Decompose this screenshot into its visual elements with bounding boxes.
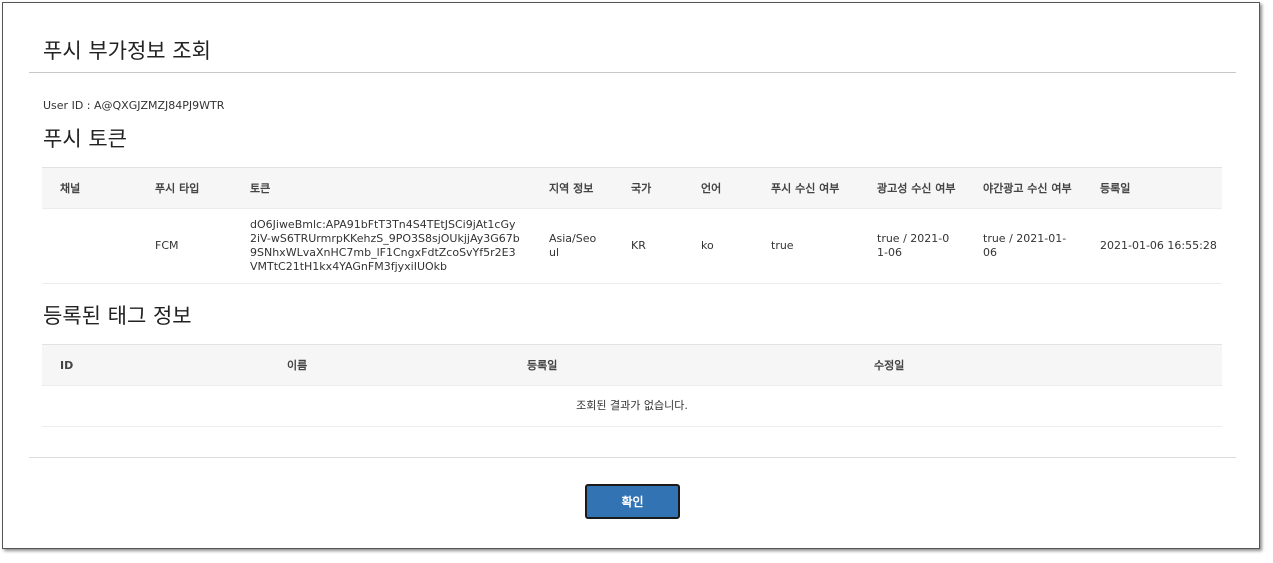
title-divider	[29, 72, 1236, 73]
header-push-enabled: 푸시 수신 여부	[753, 167, 859, 209]
cell-language: ko	[683, 208, 753, 284]
tag-header-row: ID 이름 등록일 수정일	[42, 344, 1222, 386]
header-tag-name: 이름	[269, 344, 509, 386]
user-id-label: User ID : A@QXGJZMZJ84PJ9WTR	[43, 99, 225, 112]
token-header-row: 채널 푸시 타입 토큰 지역 정보 국가 언어 푸시 수신 여부 광고성 수신 …	[42, 167, 1222, 209]
table-row: FCM dO6JiweBmlc:APA91bFtT3Tn4S4TEtJSCi9j…	[42, 208, 1222, 284]
table-row: 조회된 결과가 없습니다.	[42, 385, 1222, 427]
cell-night-ad-enabled: true / 2021-01-06	[965, 208, 1082, 284]
cell-country: KR	[613, 208, 683, 284]
header-push-type: 푸시 타입	[137, 167, 232, 209]
header-night-ad-enabled: 야간광고 수신 여부	[965, 167, 1082, 209]
header-tag-id: ID	[42, 344, 269, 386]
push-token-table: 채널 푸시 타입 토큰 지역 정보 국가 언어 푸시 수신 여부 광고성 수신 …	[42, 167, 1222, 284]
cell-ad-enabled: true / 2021-01-06	[859, 208, 965, 284]
header-tag-registered: 등록일	[509, 344, 856, 386]
push-token-section-title: 푸시 토큰	[43, 127, 127, 151]
cell-token: dO6JiweBmlc:APA91bFtT3Tn4S4TEtJSCi9jAt1c…	[232, 208, 531, 284]
header-tag-modified: 수정일	[856, 344, 1222, 386]
modal-title: 푸시 부가정보 조회	[43, 39, 211, 63]
tag-section-title: 등록된 태그 정보	[43, 304, 192, 328]
header-ad-enabled: 광고성 수신 여부	[859, 167, 965, 209]
push-info-modal: 푸시 부가정보 조회 User ID : A@QXGJZMZJ84PJ9WTR …	[2, 2, 1260, 549]
confirm-button[interactable]: 확인	[585, 484, 680, 519]
tag-table: ID 이름 등록일 수정일 조회된 결과가 없습니다.	[42, 344, 1222, 427]
header-registered-at: 등록일	[1082, 167, 1222, 209]
header-country: 국가	[613, 167, 683, 209]
cell-channel	[42, 208, 137, 284]
header-region: 지역 정보	[531, 167, 613, 209]
header-token: 토큰	[232, 167, 531, 209]
header-language: 언어	[683, 167, 753, 209]
footer-divider	[29, 457, 1236, 458]
cell-region: Asia/Seoul	[531, 208, 613, 284]
cell-push-type: FCM	[137, 208, 232, 284]
cell-registered-at: 2021-01-06 16:55:28	[1082, 208, 1222, 284]
empty-result-message: 조회된 결과가 없습니다.	[42, 385, 1222, 427]
header-channel: 채널	[42, 167, 137, 209]
cell-push-enabled: true	[753, 208, 859, 284]
